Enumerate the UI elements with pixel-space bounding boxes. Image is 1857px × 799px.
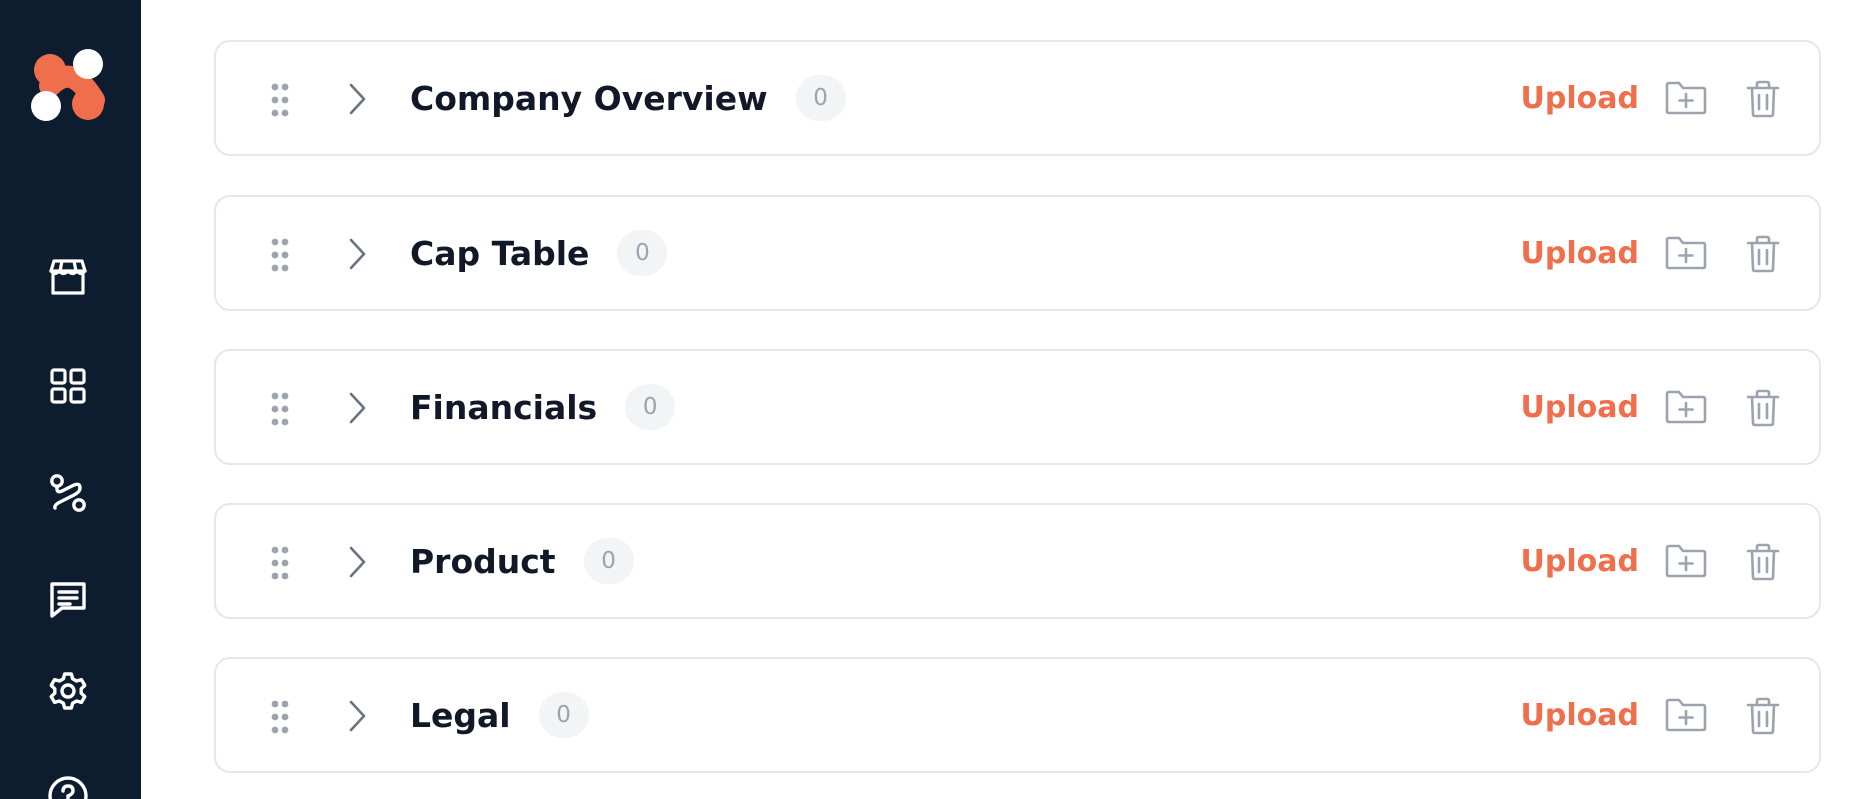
upload-button[interactable]: Upload (1521, 505, 1639, 617)
trash-icon[interactable] (1746, 543, 1780, 581)
nav-route[interactable] (40, 465, 96, 521)
folder-name[interactable]: Legal (410, 696, 511, 735)
add-folder-icon[interactable] (1664, 80, 1708, 116)
folder-title: Company Overview 0 (410, 42, 846, 154)
app-root: Company Overview 0 Upload Cap Table 0 Up… (0, 0, 1857, 799)
item-count-badge: 0 (583, 538, 634, 584)
upload-button[interactable]: Upload (1521, 659, 1639, 771)
gear-icon (49, 672, 87, 710)
trash-icon[interactable] (1746, 697, 1780, 735)
upload-button[interactable]: Upload (1521, 351, 1639, 463)
nav-storefront[interactable] (40, 249, 96, 305)
chevron-right-icon[interactable] (346, 82, 370, 116)
help-icon (48, 776, 88, 799)
app-logo[interactable] (28, 48, 108, 124)
chevron-right-icon[interactable] (346, 699, 370, 733)
drag-handle-icon[interactable] (270, 699, 290, 735)
chevron-right-icon[interactable] (346, 391, 370, 425)
drag-handle-icon[interactable] (270, 82, 290, 118)
dashboard-grid-icon (50, 368, 86, 404)
trash-icon[interactable] (1746, 389, 1780, 427)
nav-messages[interactable] (40, 572, 96, 628)
item-count-badge: 0 (617, 230, 668, 276)
folder-row-legal: Legal 0 Upload (214, 657, 1821, 773)
route-icon (50, 474, 86, 512)
add-folder-icon[interactable] (1664, 235, 1708, 271)
drag-handle-icon[interactable] (270, 545, 290, 581)
message-icon (50, 582, 86, 618)
drag-handle-icon[interactable] (270, 237, 290, 273)
folder-row-cap-table: Cap Table 0 Upload (214, 195, 1821, 311)
folder-name[interactable]: Cap Table (410, 234, 589, 273)
item-count-badge: 0 (625, 384, 676, 430)
folder-title: Financials 0 (410, 351, 676, 463)
folder-title: Legal 0 (410, 659, 589, 771)
storefront-icon (49, 259, 87, 295)
add-folder-icon[interactable] (1664, 543, 1708, 579)
chevron-right-icon[interactable] (346, 237, 370, 271)
folder-name[interactable]: Company Overview (410, 79, 768, 118)
folder-row-financials: Financials 0 Upload (214, 349, 1821, 465)
drag-handle-icon[interactable] (270, 391, 290, 427)
upload-button[interactable]: Upload (1521, 42, 1639, 154)
folder-row-company-overview: Company Overview 0 Upload (214, 40, 1821, 156)
folder-row-product: Product 0 Upload (214, 503, 1821, 619)
nav-settings[interactable] (40, 664, 96, 720)
trash-icon[interactable] (1746, 80, 1780, 118)
upload-button[interactable]: Upload (1521, 197, 1639, 309)
nav-help[interactable] (40, 768, 96, 799)
item-count-badge: 0 (538, 692, 589, 738)
chevron-right-icon[interactable] (346, 545, 370, 579)
folder-name[interactable]: Product (410, 542, 556, 581)
add-folder-icon[interactable] (1664, 389, 1708, 425)
trash-icon[interactable] (1746, 235, 1780, 273)
folder-title: Product 0 (410, 505, 634, 617)
add-folder-icon[interactable] (1664, 697, 1708, 733)
nav-dashboard[interactable] (40, 358, 96, 414)
folder-name[interactable]: Financials (410, 388, 597, 427)
sidebar (0, 0, 141, 799)
folder-title: Cap Table 0 (410, 197, 668, 309)
item-count-badge: 0 (795, 75, 846, 121)
main-content: Company Overview 0 Upload Cap Table 0 Up… (141, 0, 1857, 799)
